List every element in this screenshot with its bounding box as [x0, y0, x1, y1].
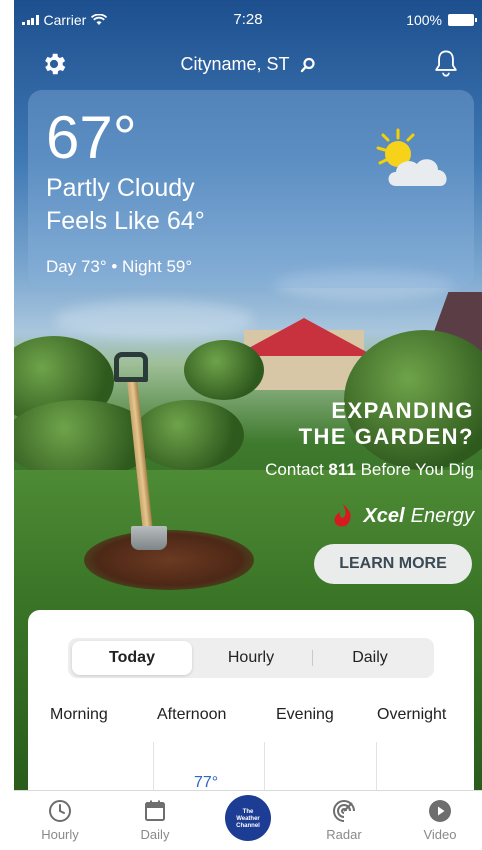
- period-evening[interactable]: Evening: [276, 706, 334, 724]
- tab-bar-radar-label: Radar: [326, 827, 362, 842]
- day-night-temps: Day 73° • Night 59°: [46, 257, 193, 276]
- learn-more-button[interactable]: LEARN MORE: [314, 544, 472, 584]
- tab-hourly[interactable]: Hourly: [191, 641, 311, 675]
- current-conditions-card[interactable]: 67° Partly Cloudy Feels Like 64° Day 73°…: [28, 90, 474, 288]
- xcel-energy-logo: Xcel Energy: [194, 502, 474, 530]
- period-overnight[interactable]: Overnight: [377, 706, 446, 724]
- battery-icon: [448, 14, 477, 26]
- tab-bar-video-label: Video: [423, 827, 457, 842]
- day-periods: Morning Afternoon Evening Overnight: [28, 706, 474, 736]
- tab-today[interactable]: Today: [72, 641, 192, 675]
- play-icon: [429, 800, 451, 822]
- tab-bar-hourly[interactable]: Hourly: [25, 799, 95, 842]
- condition-text: Partly Cloudy: [46, 174, 195, 202]
- bottom-tab-bar: Hourly Daily The Weather Channel Radar V…: [14, 790, 482, 850]
- app-header: Cityname, ST: [14, 44, 482, 84]
- phone-screen: Carrier 7:28 100% Cityname, ST 67° Partl…: [14, 0, 482, 850]
- tab-bar-daily-label: Daily: [140, 827, 170, 842]
- tab-bar-radar[interactable]: Radar: [309, 799, 379, 842]
- location-selector[interactable]: Cityname, ST: [14, 54, 482, 75]
- search-icon[interactable]: [300, 57, 316, 73]
- flame-logo-icon: [334, 504, 352, 527]
- radar-icon: [333, 800, 355, 822]
- advertisement[interactable]: EXPANDING THE GARDEN? Contact 811 Before…: [194, 398, 474, 584]
- period-morning[interactable]: Morning: [50, 706, 108, 724]
- clock-icon: [49, 800, 71, 822]
- bell-icon[interactable]: [432, 48, 460, 78]
- battery-percent: 100%: [406, 12, 442, 28]
- forecast-segmented-control: Today Hourly Daily: [68, 638, 434, 678]
- calendar-icon: [145, 800, 165, 821]
- feels-like-text: Feels Like 64°: [46, 207, 205, 235]
- period-afternoon[interactable]: Afternoon: [157, 706, 226, 724]
- status-bar: Carrier 7:28 100%: [14, 0, 482, 40]
- partly-cloudy-icon: [376, 128, 447, 186]
- tab-bar-hourly-label: Hourly: [41, 827, 79, 842]
- ad-headline-line2: THE GARDEN?: [298, 424, 474, 449]
- weather-channel-logo-button[interactable]: The Weather Channel: [225, 795, 271, 841]
- battery-indicator: 100%: [406, 12, 477, 28]
- tab-bar-daily[interactable]: Daily: [120, 799, 190, 842]
- location-label[interactable]: Cityname, ST: [180, 54, 289, 75]
- ad-subtext: Contact 811 Before You Dig: [265, 460, 474, 479]
- tab-daily[interactable]: Daily: [310, 641, 430, 675]
- ad-headline-line1: EXPANDING: [331, 398, 474, 423]
- current-temperature: 67°: [46, 104, 137, 171]
- tab-bar-video[interactable]: Video: [405, 799, 475, 842]
